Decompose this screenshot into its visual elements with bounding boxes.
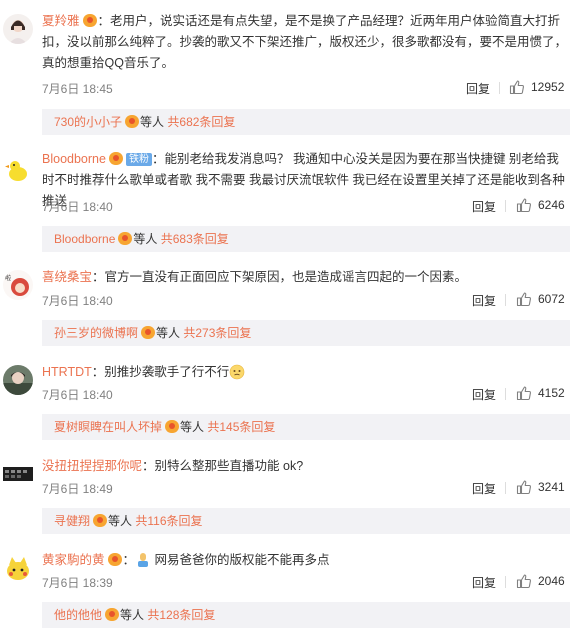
- divider: [505, 576, 506, 588]
- reply-button[interactable]: 回复: [472, 480, 496, 497]
- comment-text: 黄家駒的黄： 网易爸爸你的版权能不能再多点: [42, 553, 330, 567]
- username-link[interactable]: 黄家駒的黄: [42, 553, 105, 567]
- thumbs-up-icon: [516, 480, 531, 495]
- prayer-emoji-icon: [138, 553, 149, 567]
- comment-text: 没扭扭捏捏那你呢：别特么整那些直播功能 ok?: [42, 459, 304, 473]
- reply-username[interactable]: 他的他他: [54, 608, 102, 622]
- username-link[interactable]: 喜绕桑宝: [42, 270, 92, 284]
- member-badge-icon: [141, 326, 156, 339]
- reply-button[interactable]: 回复: [472, 198, 496, 215]
- sub-replies-bar[interactable]: 寻健翔 等人 共116条回复: [42, 508, 570, 534]
- reply-username[interactable]: 孙三岁的微博啊: [54, 326, 138, 340]
- member-badge-icon: [118, 232, 133, 245]
- user-avatar[interactable]: 啦: [3, 270, 33, 300]
- sub-replies-bar[interactable]: Bloodborne 等人 共683条回复: [42, 226, 570, 252]
- username-link[interactable]: 没扭扭捏捏那你呢: [42, 459, 142, 473]
- comment-time: 7月6日 18:40: [42, 388, 113, 402]
- like-count: 6072: [538, 292, 565, 306]
- svg-text:啦: 啦: [5, 274, 11, 282]
- thumbs-up-icon: [516, 574, 531, 589]
- member-badge-icon: [105, 608, 120, 621]
- comment-text: HTRTDT：别推抄袭歌手了行不行: [42, 362, 570, 383]
- comment-text: 喜绕桑宝：官方一直没有正面回应下架原因，也是造成谣言四起的一个因素。: [42, 270, 468, 284]
- user-avatar[interactable]: [3, 155, 33, 185]
- emoji-icon: [229, 364, 245, 380]
- divider: [499, 82, 500, 94]
- like-count: 12952: [531, 80, 565, 94]
- member-badge-icon: [125, 115, 140, 128]
- thumbs-up-icon: [509, 80, 524, 95]
- divider: [505, 482, 506, 494]
- reply-button[interactable]: 回复: [472, 386, 496, 403]
- reply-count-link[interactable]: 共682条回复: [167, 115, 235, 129]
- reply-count-link[interactable]: 共145条回复: [207, 420, 275, 434]
- reply-button[interactable]: 回复: [472, 574, 496, 591]
- user-avatar[interactable]: [3, 14, 33, 44]
- member-badge-icon: [93, 514, 108, 527]
- thumbs-up-icon: [516, 198, 531, 213]
- comment-text: 夏羚雅 ：老用户，说实话还是有点失望，是不是换了产品经理？近两年用户体验简直大打折…: [42, 14, 568, 70]
- like-count: 2046: [538, 574, 565, 588]
- reply-count-link[interactable]: 共683条回复: [161, 232, 229, 246]
- member-badge-icon: [82, 14, 97, 27]
- comment-time: 7月6日 18:40: [42, 294, 113, 308]
- like-count: 6246: [538, 198, 565, 212]
- fan-level-tag: 铁粉: [125, 153, 152, 166]
- reply-count-link[interactable]: 共273条回复: [183, 326, 251, 340]
- reply-username[interactable]: Bloodborne: [54, 232, 115, 246]
- reply-username[interactable]: 730的小小子: [54, 115, 122, 129]
- thumbs-up-icon: [516, 386, 531, 401]
- username-link[interactable]: 夏羚雅: [42, 14, 80, 28]
- reply-username[interactable]: 寻健翔: [54, 514, 90, 528]
- like-count: 3241: [538, 480, 565, 494]
- divider: [505, 294, 506, 306]
- member-badge-icon: [165, 420, 180, 433]
- divider: [505, 388, 506, 400]
- reply-count-link[interactable]: 共128条回复: [147, 608, 215, 622]
- user-avatar[interactable]: [3, 459, 33, 489]
- comment-time: 7月6日 18:39: [42, 576, 113, 590]
- comment-time: 7月6日 18:45: [42, 82, 113, 96]
- reply-button[interactable]: 回复: [466, 80, 490, 97]
- user-avatar[interactable]: [3, 553, 33, 583]
- comment-time: 7月6日 18:49: [42, 482, 113, 496]
- sub-replies-bar[interactable]: 730的小小子 等人 共682条回复: [42, 109, 570, 135]
- sub-replies-bar[interactable]: 夏树瞑睥在叫人坏掉 等人 共145条回复: [42, 414, 570, 440]
- reply-count-link[interactable]: 共116条回复: [135, 514, 202, 528]
- sub-replies-bar[interactable]: 他的他他 等人 共128条回复: [42, 602, 570, 628]
- divider: [505, 200, 506, 212]
- member-badge-icon: [107, 553, 122, 566]
- thumbs-up-icon: [516, 292, 531, 307]
- member-badge-icon: [108, 152, 123, 165]
- user-avatar[interactable]: [3, 365, 33, 395]
- reply-button[interactable]: 回复: [472, 292, 496, 309]
- comment-time: 7月6日 18:40: [42, 200, 113, 214]
- like-count: 4152: [538, 386, 565, 400]
- username-link[interactable]: Bloodborne: [42, 152, 106, 166]
- username-link[interactable]: HTRTDT: [42, 365, 92, 379]
- reply-username[interactable]: 夏树瞑睥在叫人坏掉: [54, 420, 162, 434]
- sub-replies-bar[interactable]: 孙三岁的微博啊 等人 共273条回复: [42, 320, 570, 346]
